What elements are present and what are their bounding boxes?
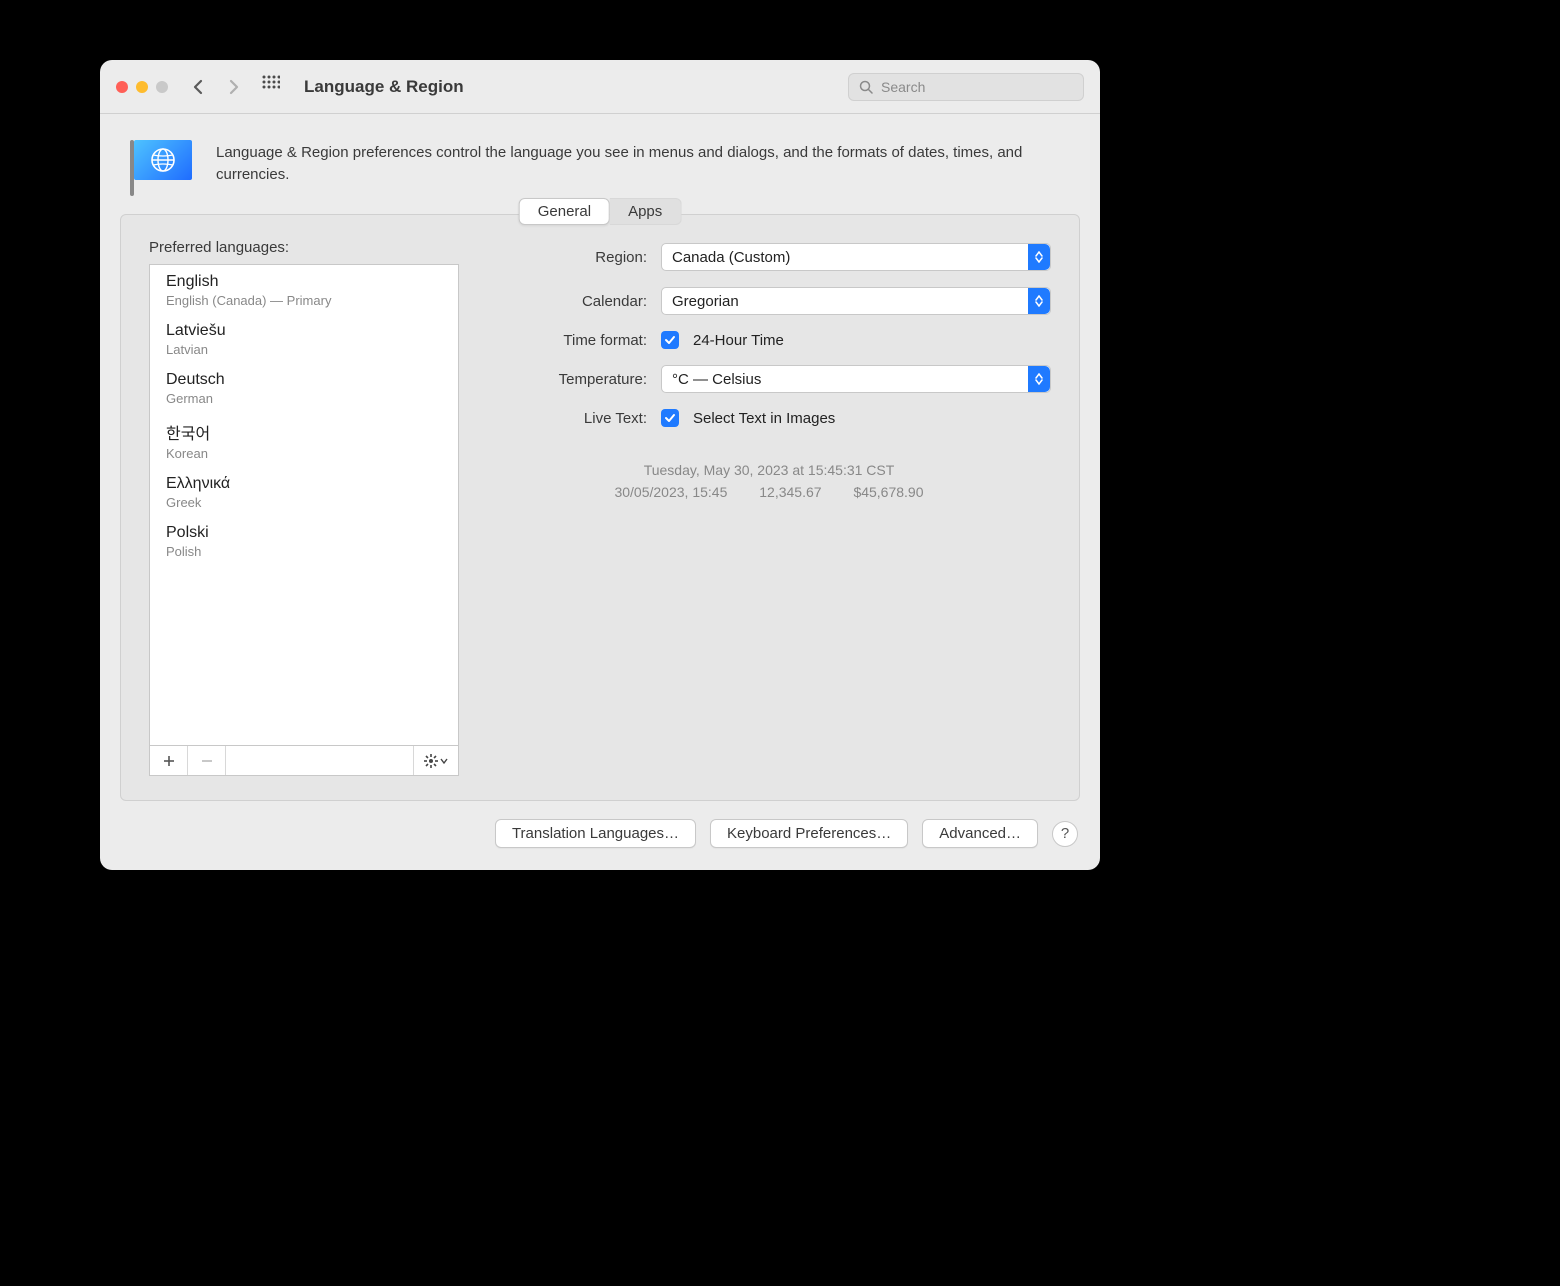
language-native: English [166, 273, 442, 291]
livetext-checkbox[interactable] [661, 409, 679, 427]
window-controls [116, 81, 168, 93]
forward-button[interactable] [220, 73, 248, 101]
calendar-label: Calendar: [487, 293, 647, 310]
language-native: 한국어 [166, 420, 442, 444]
sample-date: 30/05/2023, 15:45 [614, 484, 727, 500]
titlebar: Language & Region [100, 60, 1100, 114]
minimize-button[interactable] [136, 81, 148, 93]
timeformat-label: Time format: [487, 332, 647, 349]
back-button[interactable] [184, 73, 212, 101]
remove-language-button[interactable] [188, 746, 226, 775]
tab-general[interactable]: General [519, 198, 610, 225]
list-item[interactable]: Polski Polish [150, 516, 458, 565]
temperature-select[interactable]: °C — Celsius [661, 365, 1051, 393]
language-sub: Polish [166, 544, 442, 559]
format-sample: Tuesday, May 30, 2023 at 15:45:31 CST 30… [487, 459, 1051, 504]
language-sub: Greek [166, 495, 442, 510]
add-language-button[interactable] [150, 746, 188, 775]
language-toolbar [149, 746, 459, 776]
tab-apps[interactable]: Apps [610, 198, 681, 225]
close-button[interactable] [116, 81, 128, 93]
language-sub: Korean [166, 446, 442, 461]
plus-icon [163, 755, 175, 767]
globe-icon [150, 147, 176, 173]
language-native: Deutsch [166, 371, 442, 389]
list-item[interactable]: Latviešu Latvian [150, 314, 458, 363]
livetext-label: Live Text: [487, 410, 647, 427]
select-stepper-icon [1028, 288, 1050, 314]
region-select[interactable]: Canada (Custom) [661, 243, 1051, 271]
language-native: Ελληνικά [166, 475, 442, 493]
language-actions-menu[interactable] [414, 746, 458, 775]
help-button[interactable]: ? [1052, 821, 1078, 847]
language-list[interactable]: English English (Canada) — Primary Latvi… [149, 264, 459, 746]
sample-number: 12,345.67 [759, 484, 821, 500]
grid-icon [262, 75, 280, 93]
search-field[interactable] [848, 73, 1084, 101]
language-sub: German [166, 391, 442, 406]
list-item[interactable]: Ελληνικά Greek [150, 467, 458, 516]
select-stepper-icon [1028, 366, 1050, 392]
language-sub: Latvian [166, 342, 442, 357]
select-stepper-icon [1028, 244, 1050, 270]
window-title: Language & Region [304, 77, 464, 97]
keyboard-preferences-button[interactable]: Keyboard Preferences… [710, 819, 908, 848]
chevron-down-icon [440, 757, 448, 765]
bottom-button-bar: Translation Languages… Keyboard Preferen… [100, 819, 1100, 870]
sample-datetime: Tuesday, May 30, 2023 at 15:45:31 CST [487, 459, 1051, 481]
preferences-window: Language & Region Language & Region pref… [100, 60, 1100, 870]
language-region-icon [128, 140, 192, 196]
calendar-value: Gregorian [672, 293, 739, 310]
check-icon [664, 334, 676, 346]
language-native: Latviešu [166, 322, 442, 340]
list-item[interactable]: Deutsch German [150, 363, 458, 412]
chevron-left-icon [192, 79, 204, 95]
sample-currency: $45,678.90 [853, 484, 923, 500]
language-native: Polski [166, 524, 442, 542]
temperature-label: Temperature: [487, 371, 647, 388]
advanced-button[interactable]: Advanced… [922, 819, 1038, 848]
content-panel: General Apps Preferred languages: Englis… [120, 214, 1080, 801]
chevron-right-icon [228, 79, 240, 95]
timeformat-checkbox[interactable] [661, 331, 679, 349]
gear-icon [424, 754, 438, 768]
search-input[interactable] [881, 79, 1073, 95]
show-all-button[interactable] [262, 75, 280, 98]
timeformat-check-label: 24-Hour Time [693, 332, 784, 349]
maximize-button [156, 81, 168, 93]
check-icon [664, 412, 676, 424]
search-icon [859, 80, 873, 94]
pane-description: Language & Region preferences control th… [216, 140, 1072, 186]
list-item[interactable]: English English (Canada) — Primary [150, 265, 458, 314]
calendar-select[interactable]: Gregorian [661, 287, 1051, 315]
region-value: Canada (Custom) [672, 249, 790, 266]
minus-icon [201, 755, 213, 767]
translation-languages-button[interactable]: Translation Languages… [495, 819, 696, 848]
list-item[interactable]: 한국어 Korean [150, 412, 458, 467]
language-sub: English (Canada) — Primary [166, 293, 442, 308]
preferred-languages-label: Preferred languages: [149, 239, 459, 256]
region-label: Region: [487, 249, 647, 266]
livetext-check-label: Select Text in Images [693, 410, 835, 427]
temperature-value: °C — Celsius [672, 371, 761, 388]
tab-bar: General Apps [519, 198, 682, 225]
